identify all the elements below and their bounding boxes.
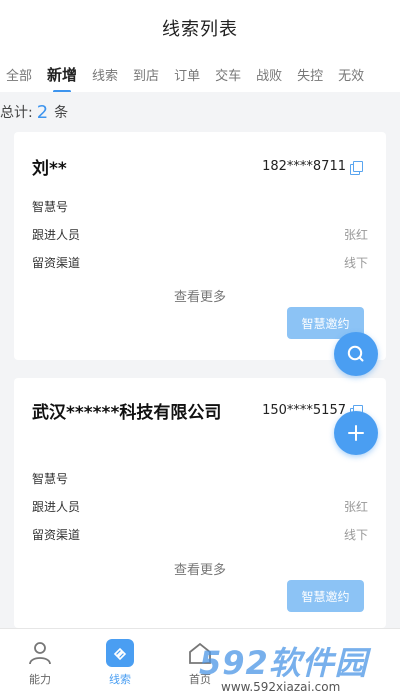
row-label: 留资渠道	[32, 527, 81, 542]
total-label: 总计:	[0, 105, 33, 121]
total-summary: 总计: 2 条	[0, 98, 68, 126]
copy-icon[interactable]	[350, 160, 363, 175]
row-label: 跟进人员	[32, 227, 81, 242]
tab-new[interactable]: 新增	[47, 64, 77, 92]
watermark: 592软件园 www.592xiazai.com	[195, 638, 400, 700]
nav-label: 线索	[109, 673, 131, 686]
top-bar: 线索列表	[0, 0, 400, 56]
tab-invalid[interactable]: 无效	[338, 65, 364, 84]
info-row: 智慧号	[32, 468, 368, 488]
view-more-link[interactable]: 查看更多	[14, 286, 386, 305]
tab-arrived[interactable]: 到店	[133, 65, 159, 84]
nav-label: 能力	[29, 673, 51, 686]
lead-card[interactable]: 武汉******科技有限公司 150****5157 智慧号 跟进人员 张红 留…	[14, 378, 386, 628]
lead-name: 刘**	[32, 159, 67, 179]
tab-defeated[interactable]: 战败	[256, 65, 282, 84]
row-label: 跟进人员	[32, 499, 81, 514]
row-value: 张红	[343, 499, 368, 514]
tab-orders[interactable]: 订单	[174, 65, 200, 84]
plus-icon	[348, 425, 364, 441]
tab-all[interactable]: 全部	[6, 65, 32, 84]
nav-item-leads[interactable]: 线索	[80, 639, 160, 687]
info-row: 跟进人员 张红	[32, 224, 368, 244]
page-title: 线索列表	[162, 19, 238, 40]
smart-invite-button[interactable]: 智慧邀约	[287, 580, 364, 612]
row-value: 张红	[343, 227, 368, 242]
search-icon	[347, 345, 364, 362]
tab-delivered[interactable]: 交车	[215, 65, 241, 84]
info-row: 跟进人员 张红	[32, 496, 368, 516]
lead-name: 武汉******科技有限公司	[32, 403, 222, 423]
lead-icon	[106, 639, 134, 667]
info-row: 留资渠道 线下	[32, 524, 368, 544]
add-lead-fab-button[interactable]	[334, 411, 378, 455]
phone-number: 150****5157	[262, 403, 346, 418]
watermark-logo: 592软件园	[199, 644, 368, 682]
lead-card[interactable]: 刘** 182****8711 智慧号 跟进人员 张红 留资渠道 线下 查看更多…	[14, 132, 386, 360]
info-row: 留资渠道 线下	[32, 252, 368, 272]
row-label: 智慧号	[32, 199, 69, 214]
row-label: 智慧号	[32, 471, 69, 486]
person-icon	[29, 642, 51, 665]
search-fab-button[interactable]	[334, 332, 378, 376]
info-row: 智慧号	[32, 196, 368, 216]
total-unit: 条	[54, 105, 69, 121]
view-more-link[interactable]: 查看更多	[14, 559, 386, 578]
phone-number: 182****8711	[262, 159, 346, 174]
row-label: 留资渠道	[32, 255, 81, 270]
row-value: 线下	[343, 527, 368, 542]
tab-leads[interactable]: 线索	[92, 65, 118, 84]
watermark-url: www.592xiazai.com	[221, 680, 341, 694]
row-value: 线下	[343, 255, 368, 270]
total-count: 2	[36, 101, 49, 123]
nav-item-ability[interactable]: 能力	[0, 639, 80, 687]
tab-lost[interactable]: 失控	[297, 65, 323, 84]
lead-phone: 182****8711	[262, 159, 363, 175]
status-tabs: 全部 新增 线索 到店 订单 交车 战败 失控 无效	[0, 56, 400, 92]
